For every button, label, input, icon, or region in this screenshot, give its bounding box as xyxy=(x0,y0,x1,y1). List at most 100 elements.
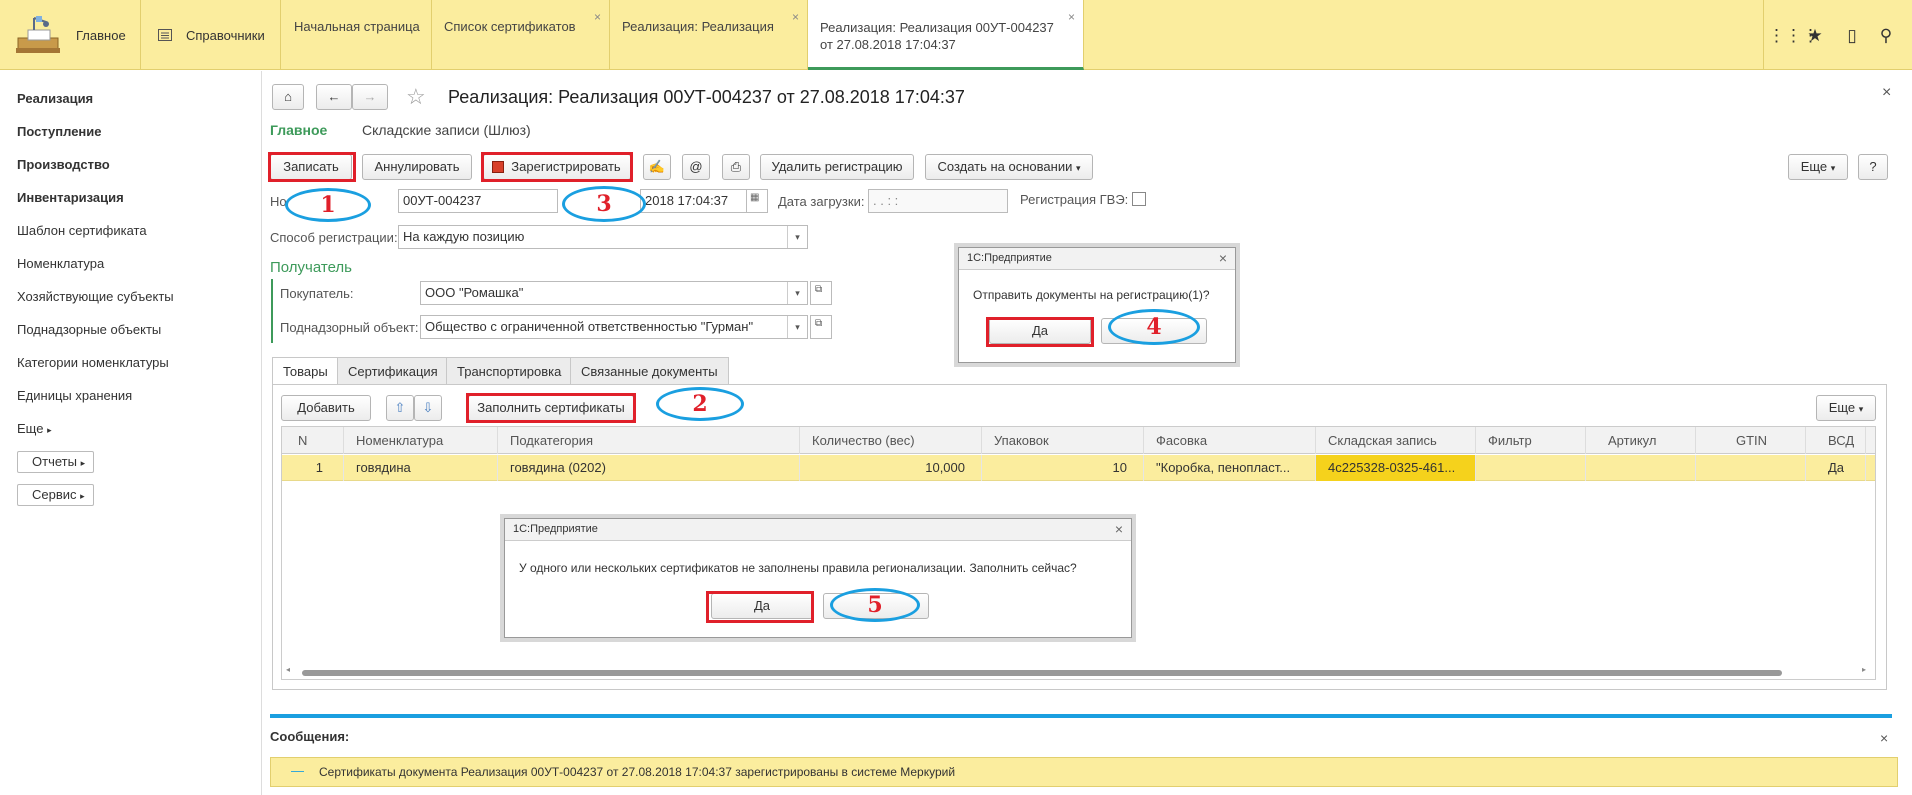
column-header[interactable]: Фасовка xyxy=(1144,427,1316,454)
create-based-on-button[interactable]: Создать на основании ▾ xyxy=(925,154,1093,180)
delete-registration-button[interactable]: Удалить регистрацию xyxy=(760,154,914,180)
column-header[interactable]: Фильтр xyxy=(1476,427,1586,454)
sidebar-item-units[interactable]: Единицы хранения xyxy=(17,388,132,403)
home-logo-icon xyxy=(16,16,60,53)
sidebar-item-nomenclature[interactable]: Номенклатура xyxy=(17,256,104,271)
home-button[interactable]: ⌂ xyxy=(272,84,304,110)
reports-label: Отчеты xyxy=(32,454,77,469)
tab-realization[interactable]: Реализация: Реализация × xyxy=(610,0,808,70)
more-label: Еще xyxy=(1828,400,1856,415)
tab-goods[interactable]: Товары xyxy=(272,357,339,385)
column-header[interactable]: Упаковок xyxy=(982,427,1144,454)
tab-home-page[interactable]: Начальная страница xyxy=(282,0,432,70)
horizontal-scrollbar[interactable] xyxy=(302,670,1782,676)
gve-checkbox[interactable] xyxy=(1132,192,1146,206)
help-button[interactable]: ? xyxy=(1858,154,1888,180)
search-icon[interactable]: ⚲ xyxy=(1876,26,1896,46)
email-button[interactable]: @ xyxy=(682,154,710,180)
close-icon[interactable]: × xyxy=(1880,730,1888,746)
home-section[interactable]: Главное xyxy=(0,0,141,70)
open-buyer-icon[interactable]: ⧉ xyxy=(810,281,832,305)
reg-method-select[interactable]: На каждую позицию ▾ xyxy=(398,225,808,249)
tab-related-docs[interactable]: Связанные документы xyxy=(570,357,729,385)
add-button[interactable]: Добавить xyxy=(281,395,371,421)
object-select[interactable]: Общество с ограниченной ответственностью… xyxy=(420,315,808,339)
column-header[interactable]: Номенклатура xyxy=(344,427,498,454)
back-button[interactable]: ← xyxy=(316,84,352,110)
chevron-right-icon: ▸ xyxy=(47,425,52,435)
star-icon[interactable]: ★ xyxy=(1805,26,1825,46)
load-date-field[interactable]: . . : : xyxy=(868,189,1008,213)
apps-grid-icon[interactable]: ⋮⋮⋮ xyxy=(1768,26,1819,46)
close-icon[interactable]: × xyxy=(594,9,601,26)
column-header[interactable]: Количество (вес) xyxy=(800,427,982,454)
column-header[interactable]: Складская запись xyxy=(1316,427,1476,454)
home-icon: ⌂ xyxy=(284,89,292,104)
chevron-right-icon: ▸ xyxy=(80,458,86,468)
buyer-value: ООО "Ромашка" xyxy=(425,285,524,300)
object-value: Общество с ограниченной ответственностью… xyxy=(425,319,754,334)
sidebar-item-production[interactable]: Производство xyxy=(17,157,110,172)
table-more-button[interactable]: Еще ▾ xyxy=(1816,395,1876,421)
sidebar-item-inventory[interactable]: Инвентаризация xyxy=(17,190,124,205)
sidebar-item-entities[interactable]: Хозяйствующие субъекты xyxy=(17,289,174,304)
favorite-star-icon[interactable]: ☆ xyxy=(406,84,426,110)
open-object-icon[interactable]: ⧉ xyxy=(810,315,832,339)
column-header[interactable]: ВСД xyxy=(1806,427,1866,454)
sidebar-item-more[interactable]: Еще ▸ xyxy=(17,421,52,436)
close-icon[interactable]: × xyxy=(1219,250,1227,266)
column-header[interactable]: N xyxy=(282,427,344,454)
scroll-left-icon[interactable]: ◂ xyxy=(286,665,290,674)
annotation-red-frame xyxy=(706,591,814,623)
section-main-link[interactable]: Главное xyxy=(270,122,327,138)
column-header[interactable]: Артикул xyxy=(1586,427,1696,454)
annotation-step-2: 2 xyxy=(656,387,744,421)
sidebar-item-cert-template[interactable]: Шаблон сертификата xyxy=(17,223,147,238)
tab-realization-doc[interactable]: Реализация: Реализация 00УТ-004237 от 27… xyxy=(808,0,1084,70)
buyer-label: Покупатель: xyxy=(280,286,354,301)
table-row[interactable]: 1 говядина говядина (0202) 10,000 10 "Ко… xyxy=(282,455,1875,481)
chevron-down-icon: ▾ xyxy=(787,316,807,338)
service-button[interactable]: Сервис ▸ xyxy=(17,484,94,506)
arrow-down-icon: ⇩ xyxy=(422,400,434,415)
reports-button[interactable]: Отчеты ▸ xyxy=(17,451,95,473)
annotation-step-3: 3 xyxy=(562,186,646,222)
chevron-down-icon: ▾ xyxy=(1858,404,1864,414)
move-down-button[interactable]: ⇩ xyxy=(414,395,442,421)
move-up-button[interactable]: ⇧ xyxy=(386,395,414,421)
number-field[interactable]: 00УТ-004237 xyxy=(398,189,558,213)
forward-button[interactable]: → xyxy=(352,84,388,110)
close-icon[interactable]: × xyxy=(1115,521,1123,537)
buyer-select[interactable]: ООО "Ромашка" ▾ xyxy=(420,281,808,305)
print-button[interactable]: ⎙ xyxy=(722,154,750,180)
list-icon xyxy=(158,29,172,41)
history-icon[interactable]: ▯ xyxy=(1842,26,1862,46)
sidebar-item-realization[interactable]: Реализация xyxy=(17,91,93,106)
home-label: Главное xyxy=(76,28,126,43)
close-icon[interactable]: × xyxy=(1882,84,1891,102)
tab-transport[interactable]: Транспортировка xyxy=(446,357,573,385)
column-header[interactable]: Подкатегория xyxy=(498,427,800,454)
sidebar-item-categories[interactable]: Категории номенклатуры xyxy=(17,355,169,370)
fill-rules-dialog: 1С:Предприятие × У одного или нескольких … xyxy=(504,518,1132,638)
sidebar-item-receipt[interactable]: Поступление xyxy=(17,124,102,139)
more-button[interactable]: Еще ▾ xyxy=(1788,154,1848,180)
close-icon[interactable]: × xyxy=(792,9,799,26)
pen-icon: ✍ xyxy=(648,159,666,174)
calendar-icon[interactable]: ▦ xyxy=(746,189,768,213)
column-header[interactable]: GTIN xyxy=(1696,427,1806,454)
tab-label: Реализация: Реализация xyxy=(622,19,774,34)
signature-button[interactable]: ✍ xyxy=(643,154,671,180)
messages-divider xyxy=(270,714,1892,718)
section-warehouse-link[interactable]: Складские записи (Шлюз) xyxy=(362,122,531,138)
references-section[interactable]: Справочники xyxy=(141,0,281,70)
annul-button[interactable]: Аннулировать xyxy=(362,154,472,180)
tab-certification[interactable]: Сертификация xyxy=(337,357,449,385)
dialog-title: 1С:Предприятие xyxy=(513,523,598,535)
tab-cert-list[interactable]: Список сертификатов × xyxy=(432,0,610,70)
cell-packages: 10 xyxy=(982,455,1144,481)
scroll-right-icon[interactable]: ▸ xyxy=(1862,665,1866,674)
close-icon[interactable]: × xyxy=(1068,9,1075,26)
sidebar-item-objects[interactable]: Поднадзорные объекты xyxy=(17,322,161,337)
annotation-step-4: 4 xyxy=(1108,309,1200,345)
